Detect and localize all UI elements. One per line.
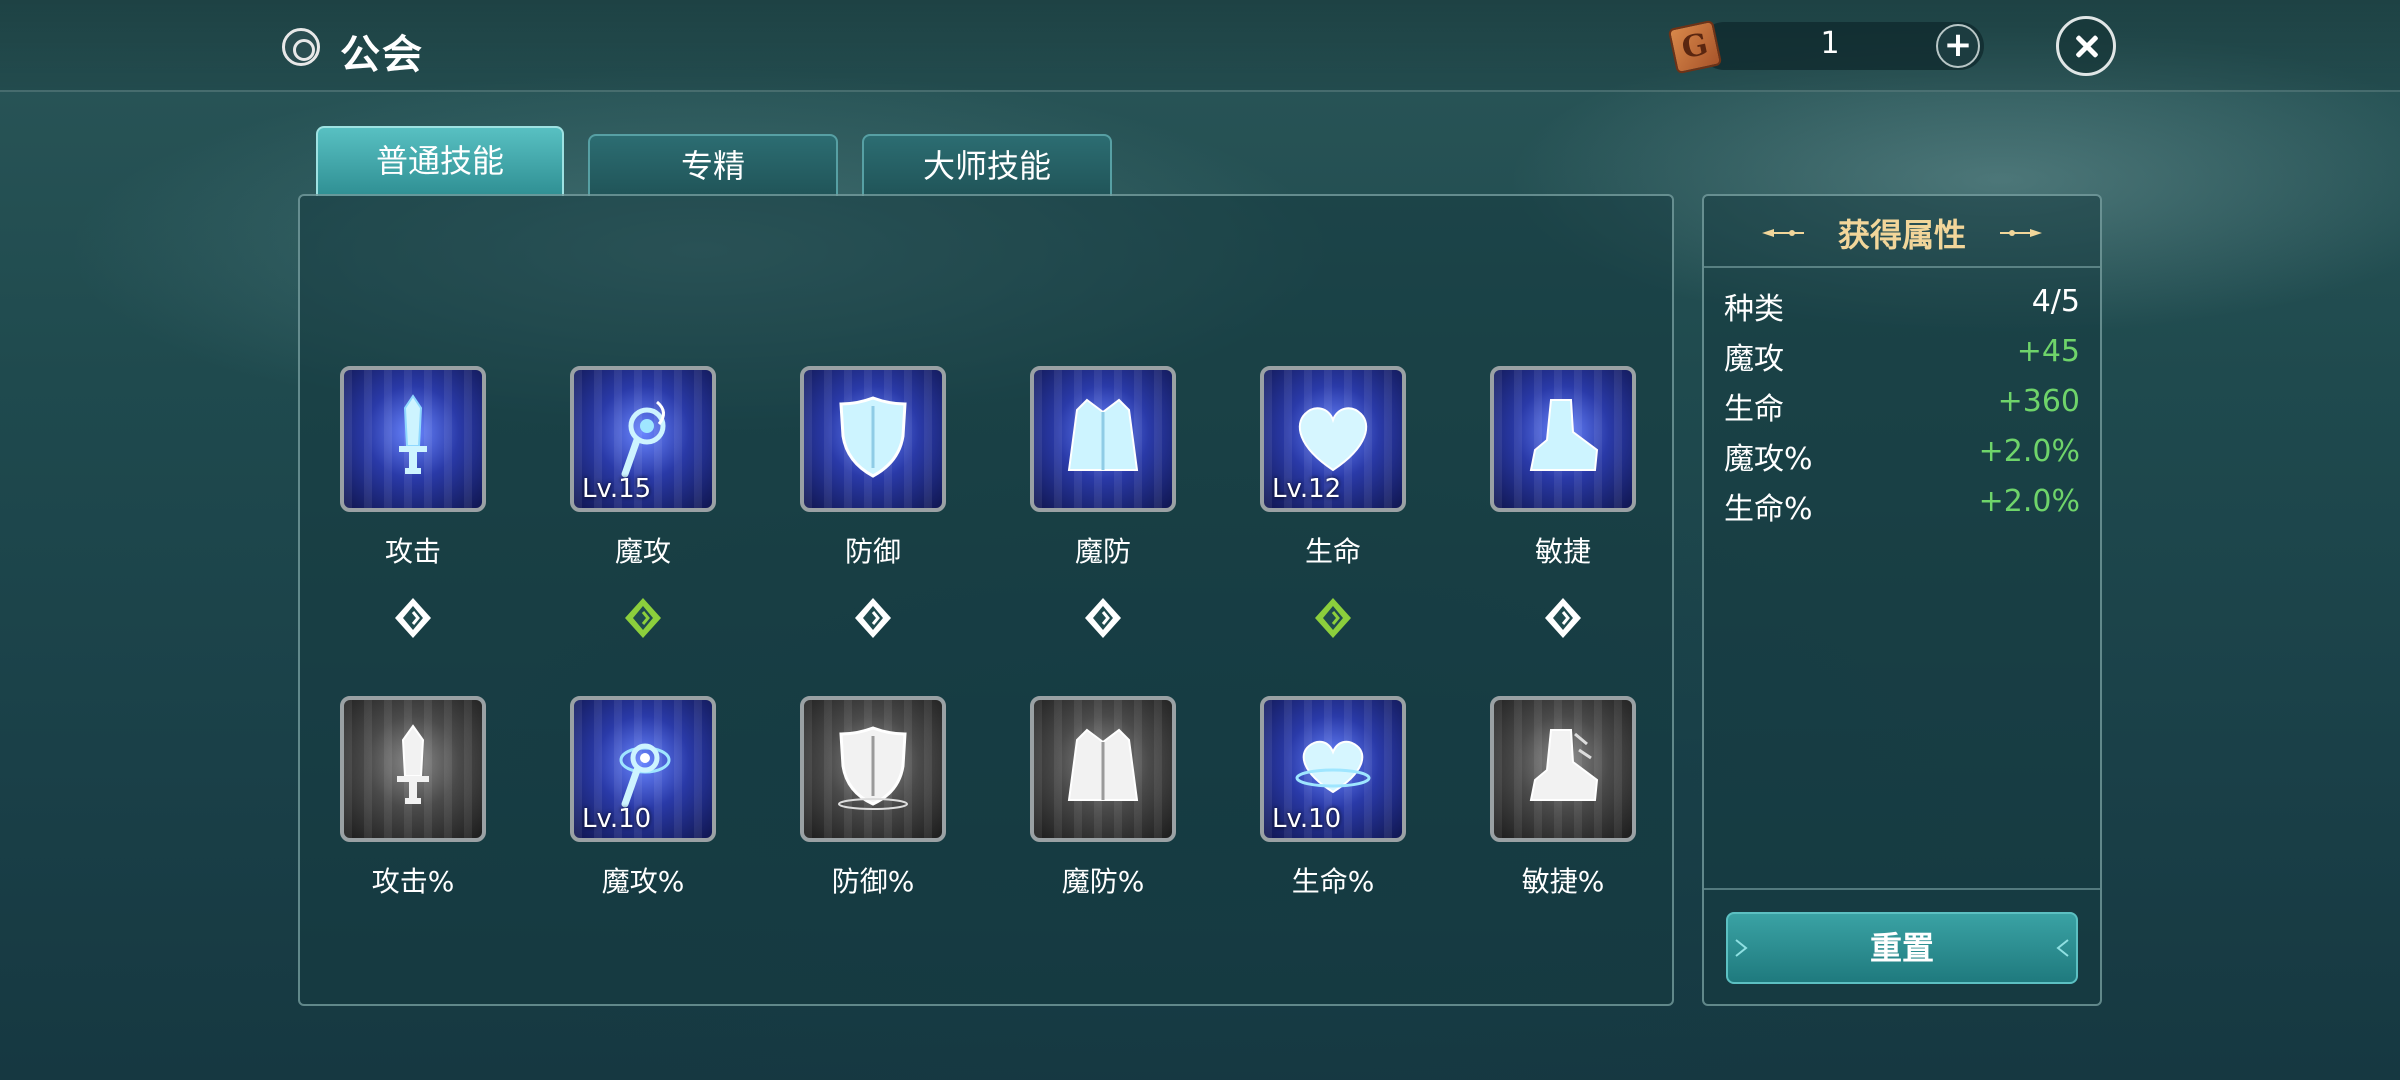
- skill-health[interactable]: Lv.12: [1260, 366, 1406, 512]
- reset-button[interactable]: 重置: [1726, 912, 2078, 984]
- skill-attack-percent[interactable]: [340, 696, 486, 842]
- close-button[interactable]: [2056, 16, 2116, 76]
- ornament-right-icon: [2000, 229, 2042, 237]
- gem-icon: [625, 598, 661, 638]
- attribute-row: 种类 4/5: [1724, 284, 2080, 328]
- tab-master-skills[interactable]: 大师技能: [862, 134, 1112, 196]
- skill-level: Lv.10: [1272, 804, 1342, 834]
- attribute-row: 生命% +2.0%: [1724, 484, 2080, 528]
- page-title: 公会: [340, 32, 424, 78]
- skill-defense-percent[interactable]: [800, 696, 946, 842]
- skill-magic-attack[interactable]: Lv.15: [570, 366, 716, 512]
- attribute-row: 魔攻% +2.0%: [1724, 434, 2080, 478]
- cloak-icon: [1067, 728, 1139, 801]
- heart-icon: [1298, 407, 1368, 472]
- boot-icon: [1529, 399, 1599, 471]
- sword-icon: [399, 394, 427, 474]
- attribute-value: +2.0%: [1978, 484, 2080, 519]
- skill-label: 魔防%: [1061, 865, 1145, 898]
- guild-emblem-icon: [282, 28, 320, 66]
- magic-staff-icon: [621, 400, 666, 478]
- skill-defense[interactable]: [800, 366, 946, 512]
- skill-health-percent[interactable]: Lv.10: [1260, 696, 1406, 842]
- gem-icon: [855, 598, 891, 638]
- attributes-panel: 获得属性 种类 4/5 魔攻 +45 生命 +360 魔攻% +2.0% 生命%…: [1702, 194, 2102, 1006]
- skill-label: 魔攻: [614, 535, 671, 568]
- boot-icon: [1529, 729, 1599, 801]
- currency-value: 1: [1820, 26, 1840, 61]
- tab-specialization[interactable]: 专精: [588, 134, 838, 196]
- skill-level: Lv.15: [582, 474, 652, 504]
- skill-attack[interactable]: [340, 366, 486, 512]
- skill-label: 生命: [1304, 535, 1361, 568]
- attribute-name: 种类: [1724, 292, 1784, 327]
- shield-icon: [839, 396, 907, 478]
- top-bar: 公会 G 1 +: [0, 0, 2400, 92]
- sword-icon: [397, 724, 429, 804]
- add-currency-button[interactable]: +: [1936, 24, 1980, 68]
- skill-panel: Lv.15 Lv.12 攻击 魔攻 防御 魔防 生命 敏捷 Lv.10 Lv.1…: [298, 194, 1674, 1006]
- gem-icon: [395, 598, 431, 638]
- skill-level: Lv.12: [1272, 474, 1342, 504]
- reset-label: 重置: [1869, 929, 1934, 967]
- attribute-name: 魔攻: [1724, 342, 1784, 377]
- divider: [1704, 888, 2100, 890]
- skill-agility-percent[interactable]: [1490, 696, 1636, 842]
- heart-icon: [1295, 740, 1371, 794]
- attribute-value: +45: [2016, 334, 2080, 369]
- magic-staff-icon: [619, 743, 671, 808]
- skill-magic-attack-percent[interactable]: Lv.10: [570, 696, 716, 842]
- attribute-row: 生命 +360: [1724, 384, 2080, 428]
- chevron-left-icon: [2056, 939, 2069, 957]
- gem-icon: [1545, 598, 1581, 638]
- tab-normal-skills[interactable]: 普通技能: [316, 126, 564, 196]
- skill-label: 敏捷: [1534, 535, 1591, 568]
- attributes-header: 获得属性: [1704, 196, 2100, 268]
- gem-icon: [1315, 598, 1351, 638]
- attribute-row: 魔攻 +45: [1724, 334, 2080, 378]
- skill-label: 防御: [844, 535, 901, 568]
- skill-label: 敏捷%: [1521, 865, 1605, 898]
- guild-coin-icon: G: [1667, 19, 1723, 75]
- attribute-value: 4/5: [2031, 284, 2080, 319]
- attribute-name: 生命: [1724, 392, 1784, 427]
- skill-label: 攻击%: [371, 865, 455, 898]
- attribute-name: 魔攻%: [1724, 442, 1813, 477]
- skill-label: 防御%: [831, 865, 915, 898]
- attribute-value: +2.0%: [1978, 434, 2080, 469]
- cloak-icon: [1067, 398, 1139, 471]
- skill-label: 魔防: [1074, 535, 1131, 568]
- gem-icon: [1085, 598, 1121, 638]
- skill-label: 魔攻%: [601, 865, 685, 898]
- skill-magic-defense[interactable]: [1030, 366, 1176, 512]
- skill-label: 生命%: [1291, 865, 1375, 898]
- attribute-name: 生命%: [1724, 492, 1813, 527]
- skill-magic-defense-percent[interactable]: [1030, 696, 1176, 842]
- chevron-right-icon: [1735, 939, 1748, 957]
- skill-agility[interactable]: [1490, 366, 1636, 512]
- skill-label: 攻击: [384, 535, 441, 568]
- skill-level: Lv.10: [582, 804, 652, 834]
- attribute-value: +360: [1997, 384, 2080, 419]
- shield-icon: [838, 726, 908, 810]
